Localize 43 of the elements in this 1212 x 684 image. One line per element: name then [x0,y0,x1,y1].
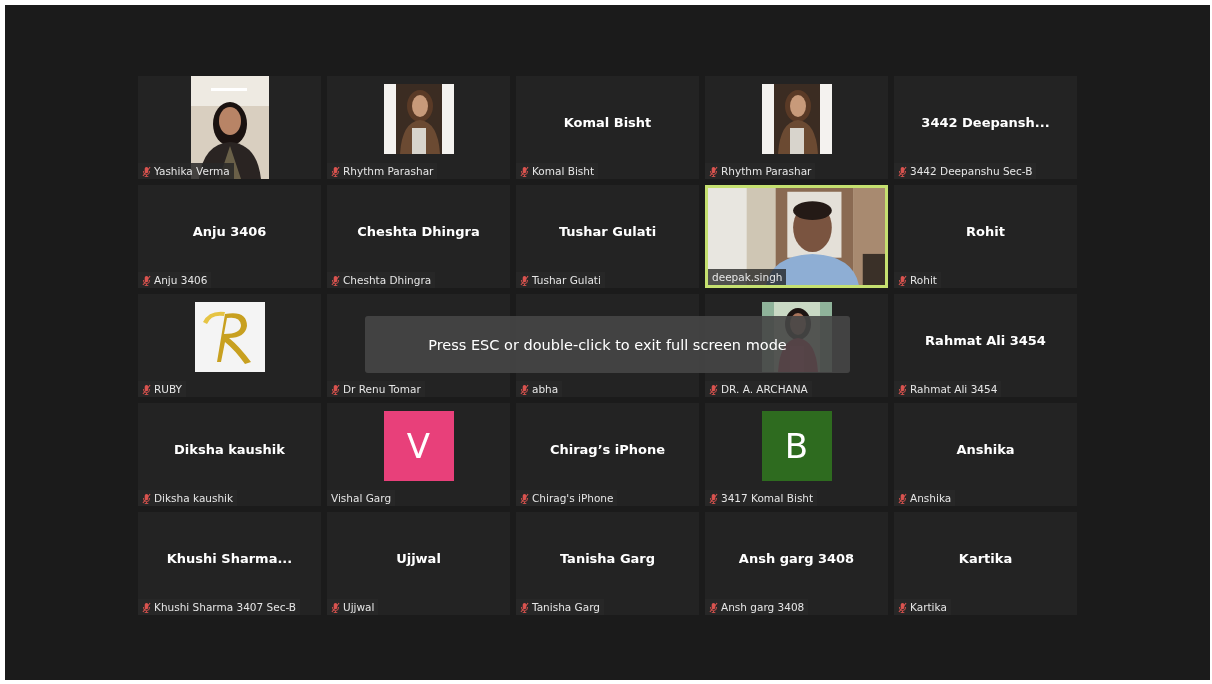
participant-name: Chirag’s iPhone [549,442,666,457]
participant-label: Anju 3406 [154,274,208,286]
participant-label: Yashika Verma [154,165,230,177]
participant-name: Tushar Gulati [558,224,657,239]
participant-label: deepak.singh [712,271,783,283]
participant-label: Komal Bisht [532,165,595,177]
avatar: V [383,410,454,481]
participant-label: Cheshta Dhingra [343,274,432,286]
fullscreen-toast: Press ESC or double-click to exit full screen mode [365,316,850,373]
participant-label: Vishal Garg [331,492,392,504]
participant-name: Anshika [956,442,1015,457]
participant-label: Ansh garg 3408 [721,601,805,613]
participant-label: Rohit [910,274,937,286]
participant-label: Rhythm Parashar [343,165,434,177]
participant-label: RUBY [154,383,183,395]
participant-name: Kartika [958,551,1013,566]
participant-name: Diksha kaushik [174,442,285,457]
participant-name: Cheshta Dhingra [357,224,480,239]
participant-label: Rhythm Parashar [721,165,812,177]
participant-name: Anju 3406 [192,224,267,239]
participant-label: Chirag's iPhone [532,492,614,504]
participant-label: Khushi Sharma 3407 Sec-B [154,601,297,613]
participant-label: 3442 Deepanshu Sec-B [910,165,1033,177]
participant-label: Ujjwal [343,601,375,613]
participant-name: Ujjwal [396,551,441,566]
participant-name: 3442 Deepansh... [921,115,1050,130]
participant-label: Dr Renu Tomar [343,383,421,395]
participant-name: Tanisha Garg [559,551,656,566]
participant-label: Tanisha Garg [532,601,600,613]
participant-name: Rahmat Ali 3454 [925,333,1046,348]
participant-name: Ansh garg 3408 [738,551,855,566]
participant-name: Komal Bisht [563,115,652,130]
participant-label: DR. A. ARCHANA [721,383,808,395]
participant-label: Tushar Gulati [532,274,601,286]
participant-name: Khushi Sharma... [166,551,293,566]
participant-label: abha [532,383,559,395]
participant-label: Anshika [910,492,952,504]
participant-label: Diksha kaushik [154,492,234,504]
participant-label: Rahmat Ali 3454 [910,383,998,395]
participant-label: Kartika [910,601,947,613]
participant-label: 3417 Komal Bisht [721,492,814,504]
avatar: B [761,410,832,481]
participant-name: Rohit [966,224,1005,239]
